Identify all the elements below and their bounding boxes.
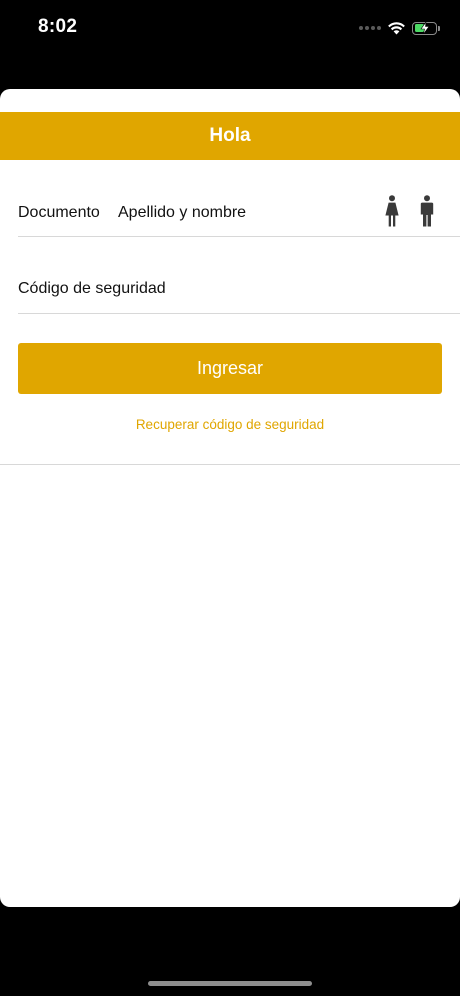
battery-charging-icon xyxy=(412,21,437,35)
cellular-dots-icon xyxy=(359,26,381,30)
header-title: Hola xyxy=(209,125,251,146)
status-icons xyxy=(359,17,440,39)
name-field[interactable]: Apellido y nombre xyxy=(118,204,246,222)
female-icon[interactable] xyxy=(384,195,400,227)
male-icon[interactable] xyxy=(420,195,434,227)
document-field[interactable]: Documento xyxy=(18,204,100,222)
status-bar: 8:02 xyxy=(0,0,460,56)
charging-bolt-icon xyxy=(419,22,430,34)
home-indicator[interactable] xyxy=(148,981,312,986)
login-card: Hola Documento Apellido y nombre Código … xyxy=(0,89,460,907)
document-row: Documento Apellido y nombre xyxy=(18,160,460,237)
bottom-divider xyxy=(0,464,460,465)
battery-cap xyxy=(438,25,440,31)
status-time: 8:02 xyxy=(38,16,78,37)
security-code-row: Código de seguridad xyxy=(18,237,460,314)
gender-selector xyxy=(384,195,434,227)
header-bar: Hola xyxy=(0,112,460,160)
security-code-field[interactable]: Código de seguridad xyxy=(18,280,166,298)
recover-code-link[interactable]: Recuperar código de seguridad xyxy=(0,417,460,432)
wifi-icon xyxy=(388,22,405,35)
submit-button[interactable]: Ingresar xyxy=(18,343,442,394)
